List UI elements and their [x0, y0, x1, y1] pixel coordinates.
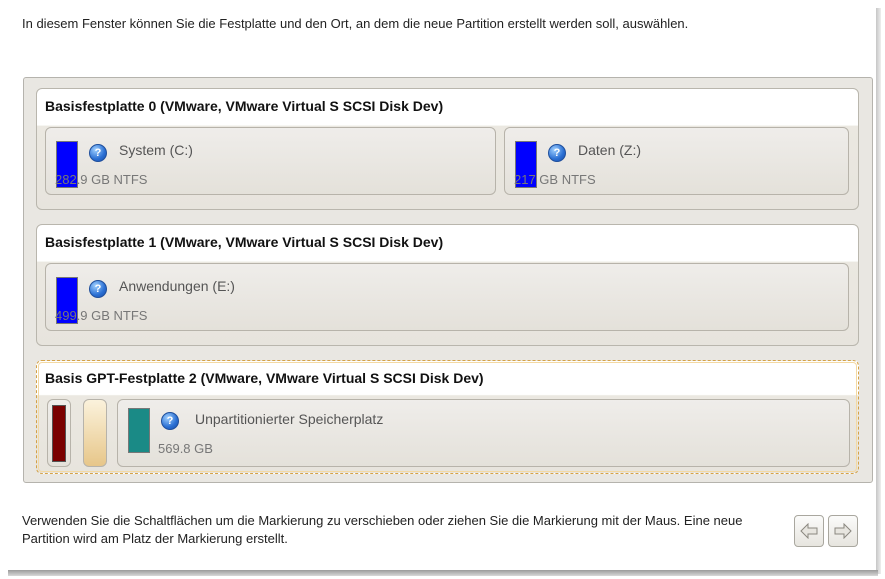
disk-list[interactable]: Basisfestplatte 0 (VMware, VMware Virtua…: [23, 77, 873, 483]
partition-color-bar: [52, 405, 66, 462]
disk-title: Basisfestplatte 1 (VMware, VMware Virtua…: [45, 234, 444, 250]
disk-0[interactable]: Basisfestplatte 0 (VMware, VMware Virtua…: [36, 88, 859, 210]
partition-color-bar: [128, 408, 150, 453]
disk-title: Basisfestplatte 0 (VMware, VMware Virtua…: [45, 98, 444, 114]
partition-name: Anwendungen (E:): [119, 278, 235, 294]
panel-shadow-bottom: [8, 570, 878, 576]
partition-size: 282.9 GB NTFS: [55, 172, 148, 187]
panel-shadow-right: [876, 8, 881, 574]
intro-text: In diesem Fenster können Sie die Festpla…: [22, 16, 689, 31]
partition-unallocated[interactable]: ? Unpartitionierter Speicherplatz 569.8 …: [117, 399, 850, 467]
arrow-left-icon: [800, 523, 818, 539]
partition-mini-reserved[interactable]: [47, 399, 71, 467]
partition-mini-msr[interactable]: [83, 399, 107, 467]
hint-text: Verwenden Sie die Schaltflächen um die M…: [22, 513, 743, 546]
question-icon[interactable]: ?: [548, 144, 566, 162]
move-right-button[interactable]: [828, 515, 858, 547]
partition-system-c[interactable]: ? System (C:) 282.9 GB NTFS: [45, 127, 496, 195]
question-icon[interactable]: ?: [161, 412, 179, 430]
move-left-button[interactable]: [794, 515, 824, 547]
disk-2[interactable]: Basis GPT-Festplatte 2 (VMware, VMware V…: [36, 360, 859, 474]
wizard-panel: In diesem Fenster können Sie die Festpla…: [0, 0, 876, 570]
partition-anwendungen-e[interactable]: ? Anwendungen (E:) 499.9 GB NTFS: [45, 263, 849, 331]
disk-title: Basis GPT-Festplatte 2 (VMware, VMware V…: [45, 370, 484, 386]
disk-1[interactable]: Basisfestplatte 1 (VMware, VMware Virtua…: [36, 224, 859, 346]
question-icon[interactable]: ?: [89, 280, 107, 298]
partition-size: 499.9 GB NTFS: [55, 308, 148, 323]
partition-name: Daten (Z:): [578, 142, 642, 158]
question-icon[interactable]: ?: [89, 144, 107, 162]
arrow-right-icon: [834, 523, 852, 539]
partition-daten-z[interactable]: ? Daten (Z:) 217 GB NTFS: [504, 127, 849, 195]
partition-size: 569.8 GB: [158, 441, 213, 456]
partition-size: 217 GB NTFS: [514, 172, 596, 187]
partition-name: Unpartitionierter Speicherplatz: [195, 411, 384, 427]
partition-name: System (C:): [119, 142, 193, 158]
